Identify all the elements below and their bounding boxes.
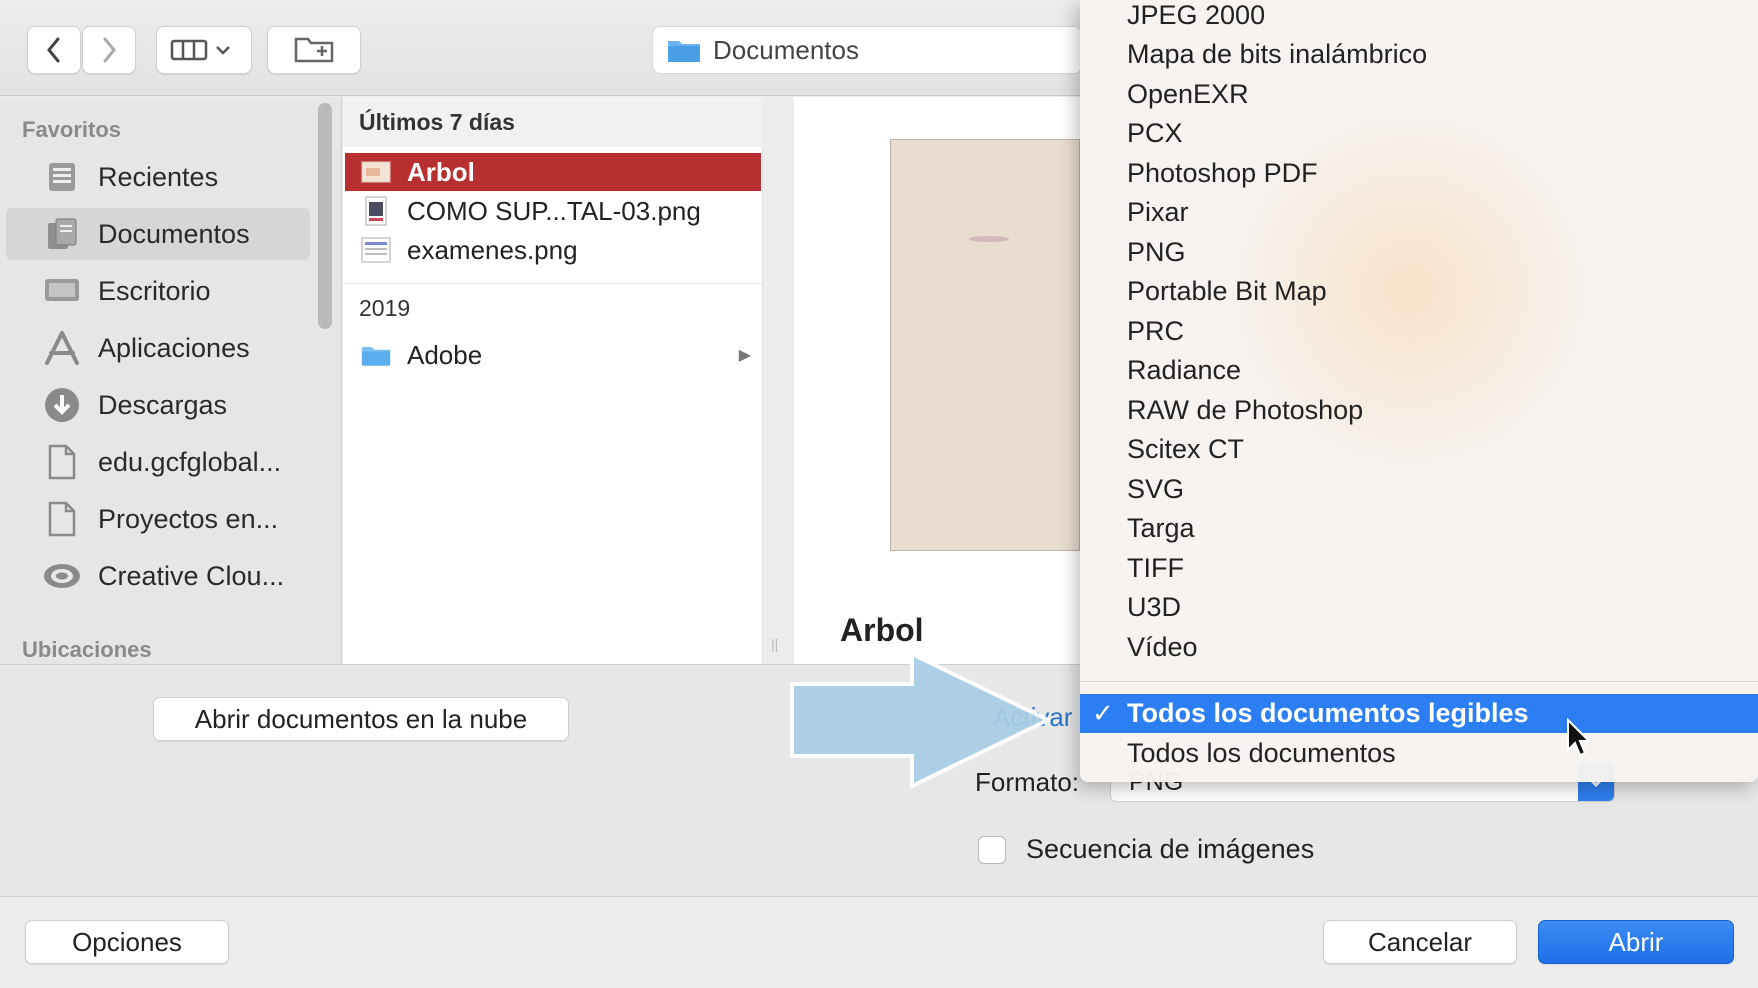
sidebar-item-escritorio[interactable]: Escritorio [6, 265, 310, 317]
menu-item-label: Todos los documentos legibles [1127, 698, 1529, 728]
menu-item-portable-bit-map[interactable]: Portable Bit Map [1080, 272, 1758, 311]
forward-button[interactable] [82, 26, 136, 74]
open-button[interactable]: Abrir [1538, 920, 1734, 964]
recents-icon [40, 159, 84, 195]
preview-pane [794, 97, 1094, 664]
column-resize-handle[interactable]: || [771, 636, 781, 652]
image-file-icon [361, 196, 391, 226]
menu-item-pixar[interactable]: Pixar [1080, 193, 1758, 232]
column-view-icon [170, 39, 230, 61]
sidebar-item-label: edu.gcfglobal... [98, 446, 282, 477]
footer: Opciones Cancelar Abrir [0, 896, 1758, 988]
document-icon [40, 501, 84, 537]
sidebar-item-label: Recientes [98, 161, 219, 192]
sidebar-item-label: Aplicaciones [98, 332, 250, 363]
file-column: Últimos 7 días Arbol COMO SUP...TAL-03.p… [343, 97, 763, 664]
thumbnail-mark [969, 236, 1009, 242]
menu-item-all-documents[interactable]: Todos los documentos [1080, 734, 1758, 773]
options-button[interactable]: Opciones [25, 920, 229, 964]
menu-item-raw-photoshop[interactable]: RAW de Photoshop [1080, 391, 1758, 430]
sidebar-item-aplicaciones[interactable]: Aplicaciones [6, 322, 310, 374]
sidebar-item-creative-cloud[interactable]: Creative Clou... [6, 550, 310, 602]
image-sequence-checkbox[interactable] [978, 835, 1006, 864]
locations-heading: Ubicaciones [22, 637, 152, 662]
menu-separator [1080, 681, 1758, 682]
image-file-icon [361, 235, 391, 265]
folder-icon [668, 41, 700, 62]
location-popup[interactable]: Documentos [652, 26, 1082, 74]
document-icon [40, 444, 84, 480]
menu-item-targa[interactable]: Targa [1080, 509, 1758, 548]
menu-item-prc[interactable]: PRC [1080, 312, 1758, 351]
menu-item-pcx[interactable]: PCX [1080, 114, 1758, 153]
tutorial-arrow-icon [790, 652, 1050, 788]
sidebar-item-edu-gcfglobal[interactable]: edu.gcfglobal... [6, 436, 310, 488]
sidebar-item-recientes[interactable]: Recientes [6, 151, 310, 203]
group-divider [343, 283, 763, 284]
image-sequence-label: Secuencia de imágenes [1026, 834, 1315, 864]
menu-item-svg[interactable]: SVG [1080, 470, 1758, 509]
menu-item-tiff[interactable]: TIFF [1080, 549, 1758, 588]
open-file-dialog: Documentos Favoritos Recientes Documento… [0, 0, 1758, 988]
sidebar-item-label: Proyectos en... [98, 503, 279, 534]
file-row-arbol[interactable]: Arbol [345, 153, 761, 191]
year-group-heading: 2019 [359, 295, 411, 321]
file-row-examenes[interactable]: examenes.png [345, 231, 761, 269]
file-row-adobe[interactable]: Adobe ▶ [345, 336, 761, 374]
sidebar-item-label: Descargas [98, 389, 228, 420]
new-folder-button[interactable] [267, 26, 361, 74]
checkmark-icon: ✓ [1092, 698, 1114, 728]
file-name: Adobe [407, 339, 483, 370]
file-row-como-sup[interactable]: COMO SUP...TAL-03.png [345, 192, 761, 230]
sidebar: Favoritos Recientes Documentos Escritori… [0, 97, 342, 664]
menu-item-video[interactable]: Vídeo [1080, 628, 1758, 667]
downloads-icon [40, 387, 84, 423]
image-sequence-option[interactable]: Secuencia de imágenes [978, 834, 1314, 865]
creative-cloud-icon [40, 558, 84, 594]
image-file-icon [361, 157, 391, 187]
disclosure-arrow-icon: ▶ [738, 347, 751, 364]
favorites-heading: Favoritos [22, 117, 122, 142]
menu-item-jpeg2000[interactable]: JPEG 2000 [1080, 0, 1758, 35]
chevron-left-icon [47, 37, 60, 63]
menu-item-photoshop-pdf[interactable]: Photoshop PDF [1080, 154, 1758, 193]
sidebar-item-label: Escritorio [98, 275, 211, 306]
sidebar-item-documentos[interactable]: Documentos [6, 208, 310, 260]
menu-item-scitex-ct[interactable]: Scitex CT [1080, 430, 1758, 469]
sidebar-item-label: Documentos [98, 218, 250, 249]
applications-icon [40, 330, 84, 366]
open-cloud-documents-button[interactable]: Abrir documentos en la nube [153, 697, 569, 741]
file-type-menu: JPEG 2000 Mapa de bits inalámbrico OpenE… [1080, 0, 1758, 782]
cancel-button[interactable]: Cancelar [1323, 920, 1517, 964]
documents-icon [40, 216, 84, 252]
menu-item-u3d[interactable]: U3D [1080, 588, 1758, 627]
recent-group-heading: Últimos 7 días [343, 97, 763, 147]
preview-thumbnail [890, 139, 1080, 551]
location-label: Documentos [713, 34, 859, 65]
desktop-icon [40, 273, 84, 309]
sidebar-item-descargas[interactable]: Descargas [6, 379, 310, 431]
sidebar-scrollbar[interactable] [318, 103, 332, 329]
sidebar-item-proyectos[interactable]: Proyectos en... [6, 493, 310, 545]
menu-item-mapa-bits[interactable]: Mapa de bits inalámbrico [1080, 35, 1758, 74]
menu-item-openexr[interactable]: OpenEXR [1080, 75, 1758, 114]
file-name: COMO SUP...TAL-03.png [407, 195, 701, 226]
preview-file-name: Arbol [840, 612, 924, 648]
file-name: examenes.png [407, 234, 578, 265]
mouse-cursor-icon [1567, 718, 1592, 757]
folder-icon [361, 340, 391, 370]
file-name: Arbol [407, 156, 475, 187]
menu-item-png[interactable]: PNG [1080, 233, 1758, 272]
new-folder-icon [294, 37, 334, 63]
view-mode-button[interactable] [156, 26, 252, 74]
back-button[interactable] [27, 26, 81, 74]
sidebar-item-label: Creative Clou... [98, 560, 285, 591]
menu-item-all-readable[interactable]: ✓ Todos los documentos legibles [1080, 694, 1758, 733]
chevron-right-icon [103, 37, 116, 63]
menu-item-radiance[interactable]: Radiance [1080, 351, 1758, 390]
